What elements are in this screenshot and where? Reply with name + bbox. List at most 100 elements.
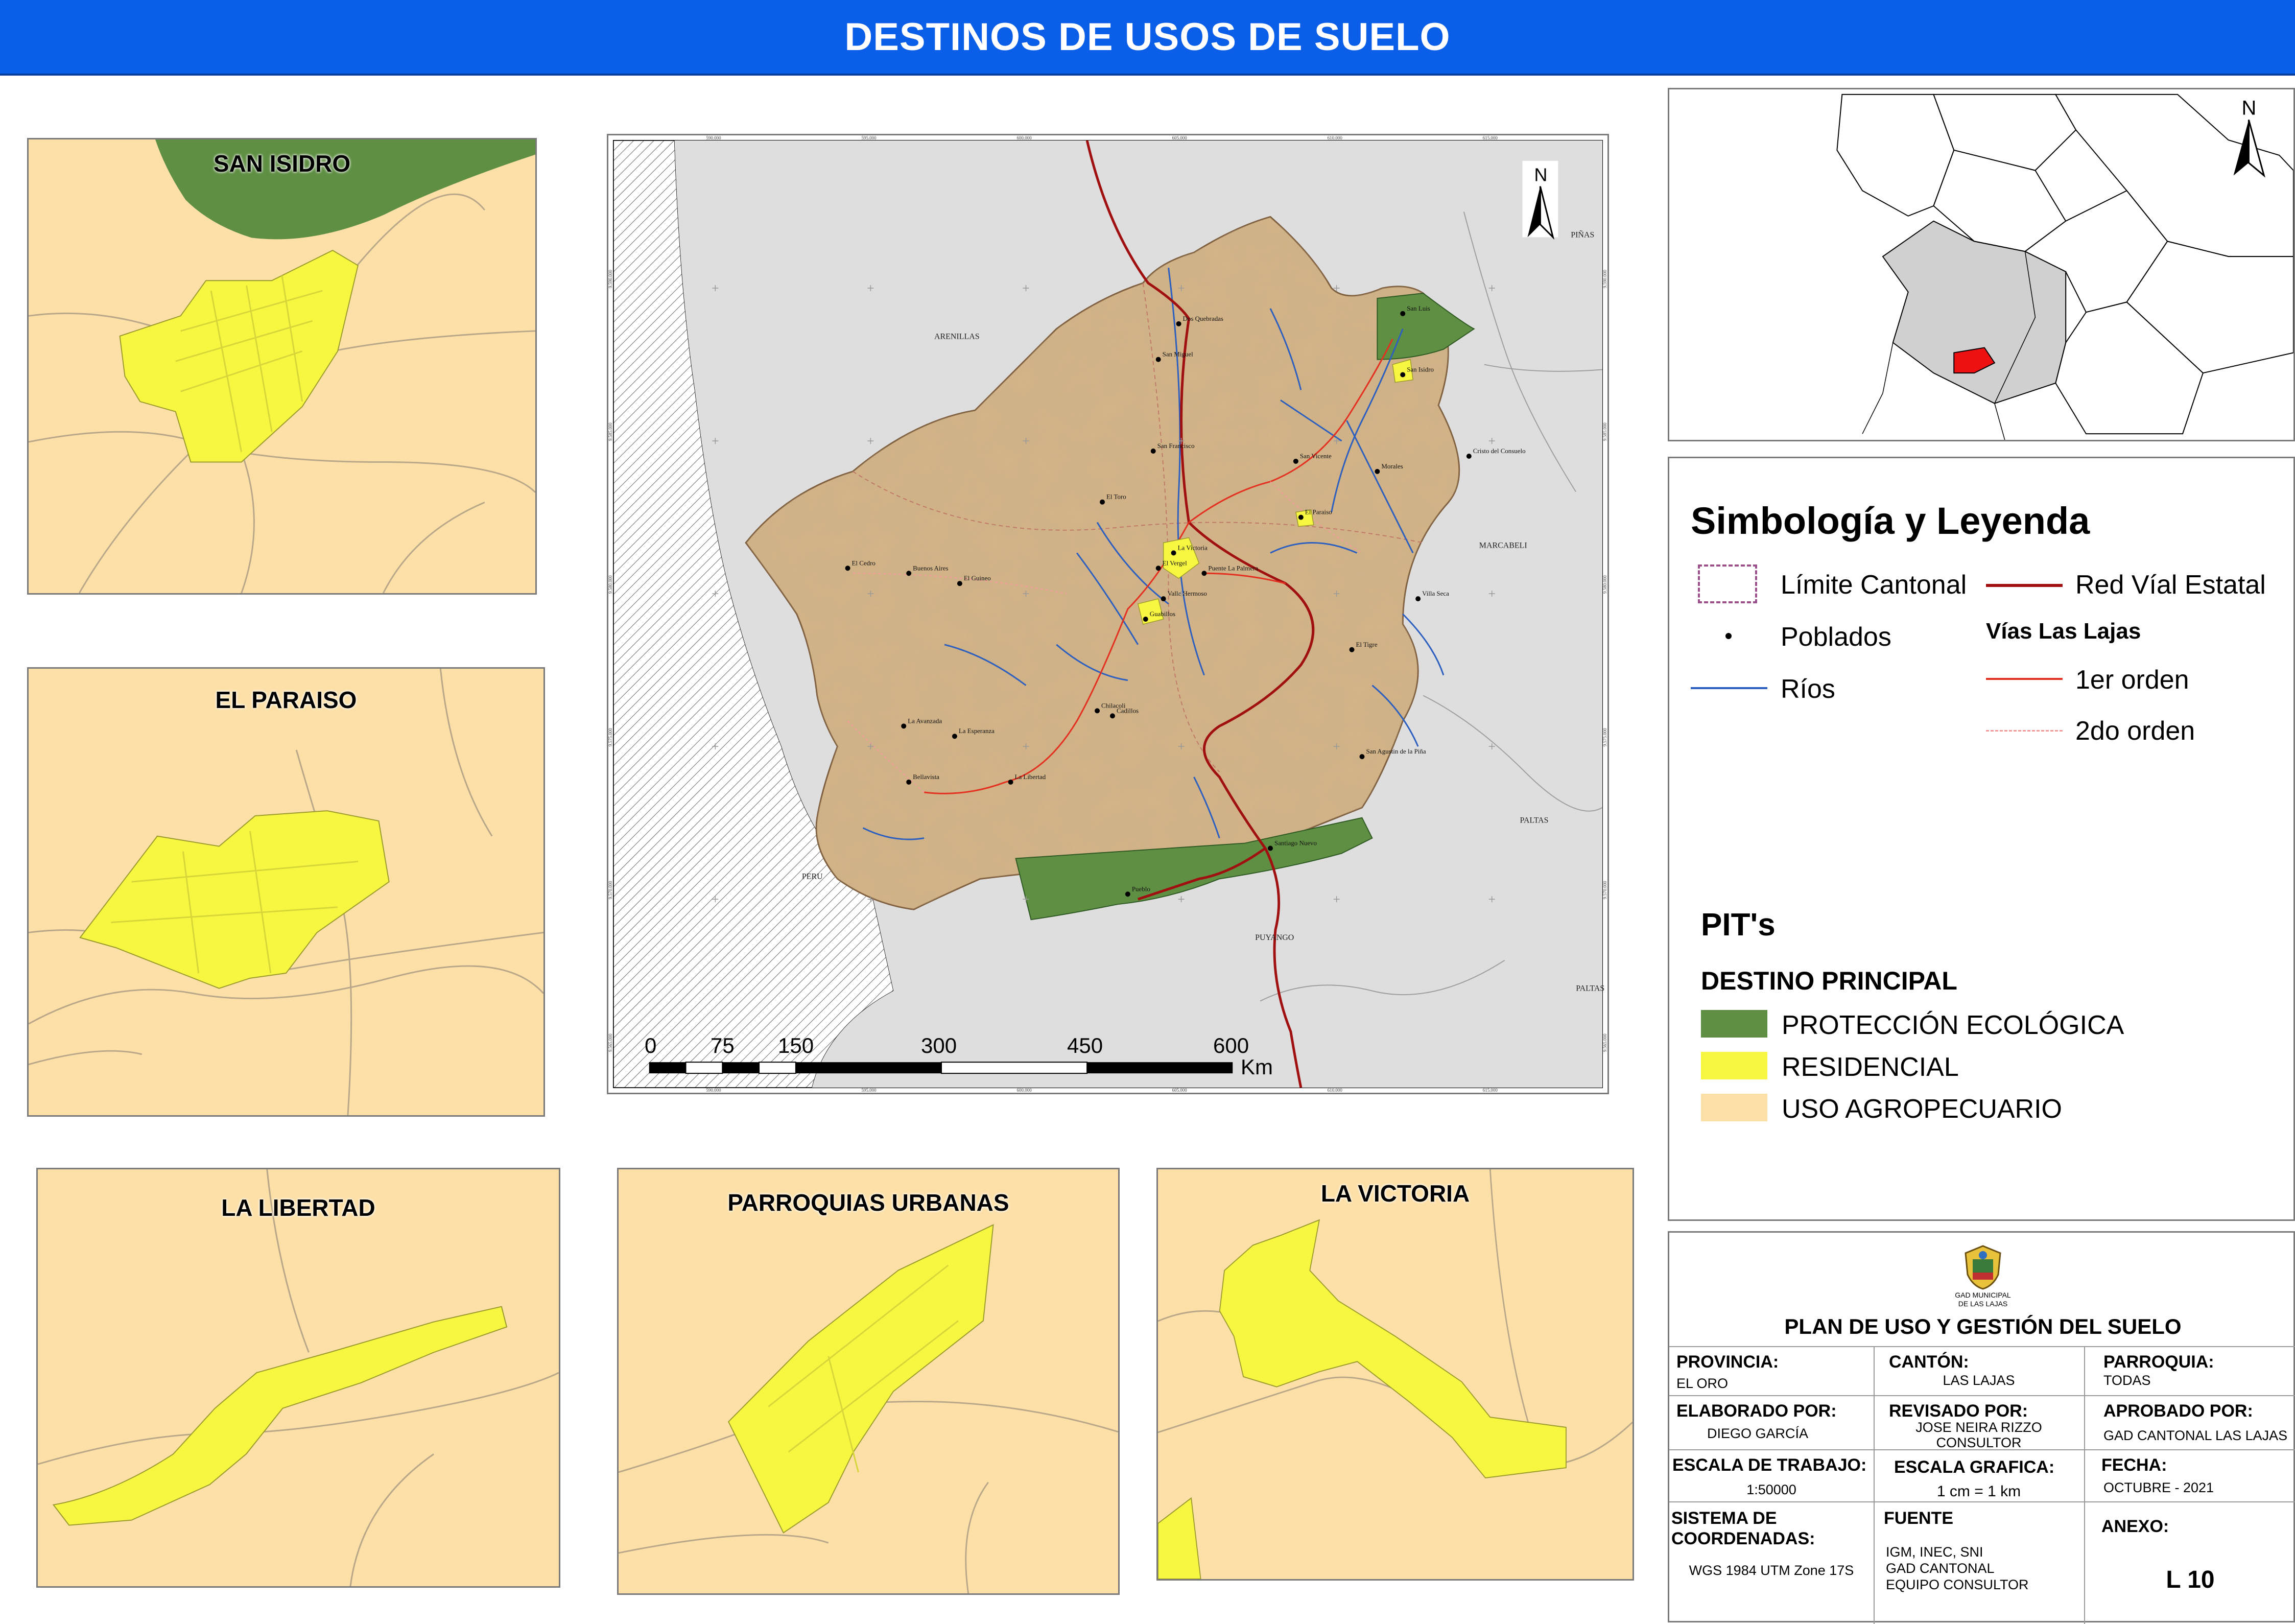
poblado-dot bbox=[1298, 514, 1304, 520]
scale-tick-label: 75 bbox=[711, 1033, 735, 1057]
coord-label-left: 9.585.000 bbox=[608, 422, 613, 441]
escala-grafica-value: 1 cm = 1 km bbox=[1936, 1483, 2021, 1500]
gad-logo-icon bbox=[1965, 1245, 2001, 1290]
poblado-dot bbox=[1176, 321, 1181, 326]
north-label: N bbox=[2241, 97, 2256, 120]
poblado-dot bbox=[1109, 713, 1115, 719]
inset-title: SAN ISIDRO bbox=[213, 150, 351, 177]
revisado-value: JOSE NEIRA RIZZO bbox=[1915, 1420, 2042, 1435]
region-label: PUYANGO bbox=[1255, 933, 1294, 942]
poblado-dot bbox=[1150, 449, 1156, 454]
scale-tick-label: 450 bbox=[1067, 1033, 1103, 1057]
legend-item: RESIDENCIAL bbox=[1782, 1052, 1959, 1082]
coord-label-bottom: 610.000 bbox=[1328, 1088, 1343, 1093]
scale-tick-label: 150 bbox=[778, 1033, 814, 1057]
legend-label: Poblados bbox=[1781, 622, 1891, 652]
coord-label-bottom: 595.000 bbox=[861, 1088, 877, 1093]
parroquias-urbanas-map bbox=[619, 1224, 1118, 1593]
inset-title: LA LIBERTAD bbox=[221, 1194, 375, 1221]
residencial-area-secondary bbox=[1158, 1497, 1201, 1579]
poblado-dot bbox=[1143, 616, 1148, 622]
poblado-label: Pueblo bbox=[1132, 885, 1150, 892]
fuente-label: FUENTE bbox=[1884, 1509, 1953, 1528]
poblado-dot bbox=[1201, 571, 1207, 576]
poblado-label: Bellavista bbox=[913, 773, 939, 781]
coord-label-top: 590.000 bbox=[706, 135, 721, 140]
coord-label-bottom: 605.000 bbox=[1172, 1088, 1188, 1093]
scale-bar bbox=[649, 1062, 1233, 1074]
logo-caption: GAD MUNICIPAL bbox=[1955, 1291, 2011, 1299]
legend-label: Ríos bbox=[1781, 674, 1835, 704]
coord-label-right: 9.575.000 bbox=[1602, 728, 1607, 746]
canton-label: CANTÓN: bbox=[1889, 1352, 1969, 1372]
vias-2do-orden-symbol bbox=[1986, 730, 2063, 732]
coord-label-right: 9.590.000 bbox=[1602, 270, 1607, 288]
la-victoria-map bbox=[1158, 1169, 1632, 1579]
plan-title: PLAN DE USO Y GESTIÓN DEL SUELO bbox=[1784, 1314, 2182, 1338]
poblado-label: Santiago Nuevo bbox=[1274, 839, 1317, 847]
poblado-dot bbox=[906, 571, 912, 576]
fecha-label: FECHA: bbox=[2101, 1455, 2167, 1475]
title-block: GAD MUNICIPAL DE LAS LAJAS PLAN DE USO Y… bbox=[1668, 1231, 2295, 1624]
fecha-value: OCTUBRE - 2021 bbox=[2103, 1480, 2214, 1495]
coord-label-bottom: 600.000 bbox=[1017, 1088, 1032, 1093]
poblado-dot bbox=[901, 723, 907, 729]
coord-label-top: 605.000 bbox=[1172, 135, 1188, 140]
poblado-label: El Guineo bbox=[964, 574, 991, 582]
poblado-label: San Miguel bbox=[1163, 350, 1193, 358]
vias-1er-orden-symbol bbox=[1986, 678, 2063, 680]
sistema-value: WGS 1984 UTM Zone 17S bbox=[1689, 1563, 1854, 1578]
poblado-label: Cadillos bbox=[1117, 707, 1139, 714]
legend-label: 2do orden bbox=[2075, 716, 2195, 746]
scale-tick-label: 300 bbox=[921, 1033, 957, 1057]
legend-item: USO AGROPECUARIO bbox=[1782, 1094, 2062, 1124]
scale-unit: Km bbox=[1241, 1055, 1273, 1079]
poblado-dot bbox=[906, 779, 912, 785]
region-label: PERU bbox=[802, 872, 823, 881]
poblado-label: Buenos Aires bbox=[913, 564, 948, 572]
sistema-label: COORDENADAS: bbox=[1671, 1529, 1815, 1548]
inset-title: LA VICTORIA bbox=[1320, 1180, 1470, 1207]
poblado-label: San Vicente bbox=[1300, 452, 1332, 460]
region-label: ARENILLAS bbox=[934, 333, 980, 341]
legend-label: Red Víal Estatal bbox=[2075, 570, 2266, 600]
san-isidro-map bbox=[29, 139, 535, 593]
poblado-label: El Cedro bbox=[852, 559, 876, 567]
region-label: PALTAS bbox=[1576, 984, 1604, 993]
residencial-area bbox=[1219, 1219, 1567, 1479]
poblado-dot bbox=[1293, 458, 1298, 464]
poblado-dot bbox=[845, 566, 850, 571]
legend-label: 1er orden bbox=[2075, 665, 2189, 695]
page-title: DESTINOS DE USOS DE SUELO bbox=[844, 15, 1451, 59]
canton-value: LAS LAJAS bbox=[1943, 1373, 2015, 1388]
poblado-dot bbox=[1008, 779, 1013, 785]
legend-label: Límite Cantonal bbox=[1781, 570, 1967, 600]
poblado-dot bbox=[1171, 550, 1176, 556]
poblado-label: Puente La Palmera bbox=[1208, 564, 1258, 572]
main-map: ARENILLAS MARCABELI PERU PALTAS PUYANGO … bbox=[607, 134, 1609, 1094]
poblado-dot bbox=[1095, 708, 1100, 714]
elaborado-value: DIEGO GARCÍA bbox=[1707, 1426, 1809, 1441]
inset-la-victoria: LA VICTORIA bbox=[1156, 1168, 1634, 1581]
legend-panel: Simbología y Leyenda Límite Cantonal Pob… bbox=[1668, 457, 2295, 1221]
locator-canvas: N bbox=[1836, 93, 2293, 440]
uso-agropecuario-swatch bbox=[1701, 1094, 1767, 1121]
poblado-dot bbox=[1349, 647, 1355, 652]
coord-label-left: 9.565.000 bbox=[608, 1033, 613, 1052]
poblado-label: San Luis bbox=[1407, 304, 1430, 312]
poblado-label: La Victoria bbox=[1178, 544, 1208, 551]
provincia-value: EL ORO bbox=[1676, 1376, 1729, 1391]
poblado-label: San Isidro bbox=[1407, 366, 1434, 373]
poblado-dot bbox=[952, 734, 957, 739]
coord-label-right: 9.565.000 bbox=[1602, 1033, 1607, 1052]
poblado-dot bbox=[1268, 845, 1273, 851]
poblado-label: La Esperanza bbox=[959, 727, 995, 735]
coord-label-top: 595.000 bbox=[861, 135, 877, 140]
revisado-value: CONSULTOR bbox=[1936, 1435, 2022, 1450]
poblado-label: El Toro bbox=[1106, 493, 1126, 501]
residencial-area bbox=[727, 1224, 994, 1534]
escala-trabajo-label: ESCALA DE TRABAJO: bbox=[1672, 1455, 1867, 1475]
coord-label-left: 9.575.000 bbox=[608, 728, 613, 746]
coord-label-top: 610.000 bbox=[1328, 135, 1343, 140]
poblado-dot bbox=[1400, 311, 1406, 316]
